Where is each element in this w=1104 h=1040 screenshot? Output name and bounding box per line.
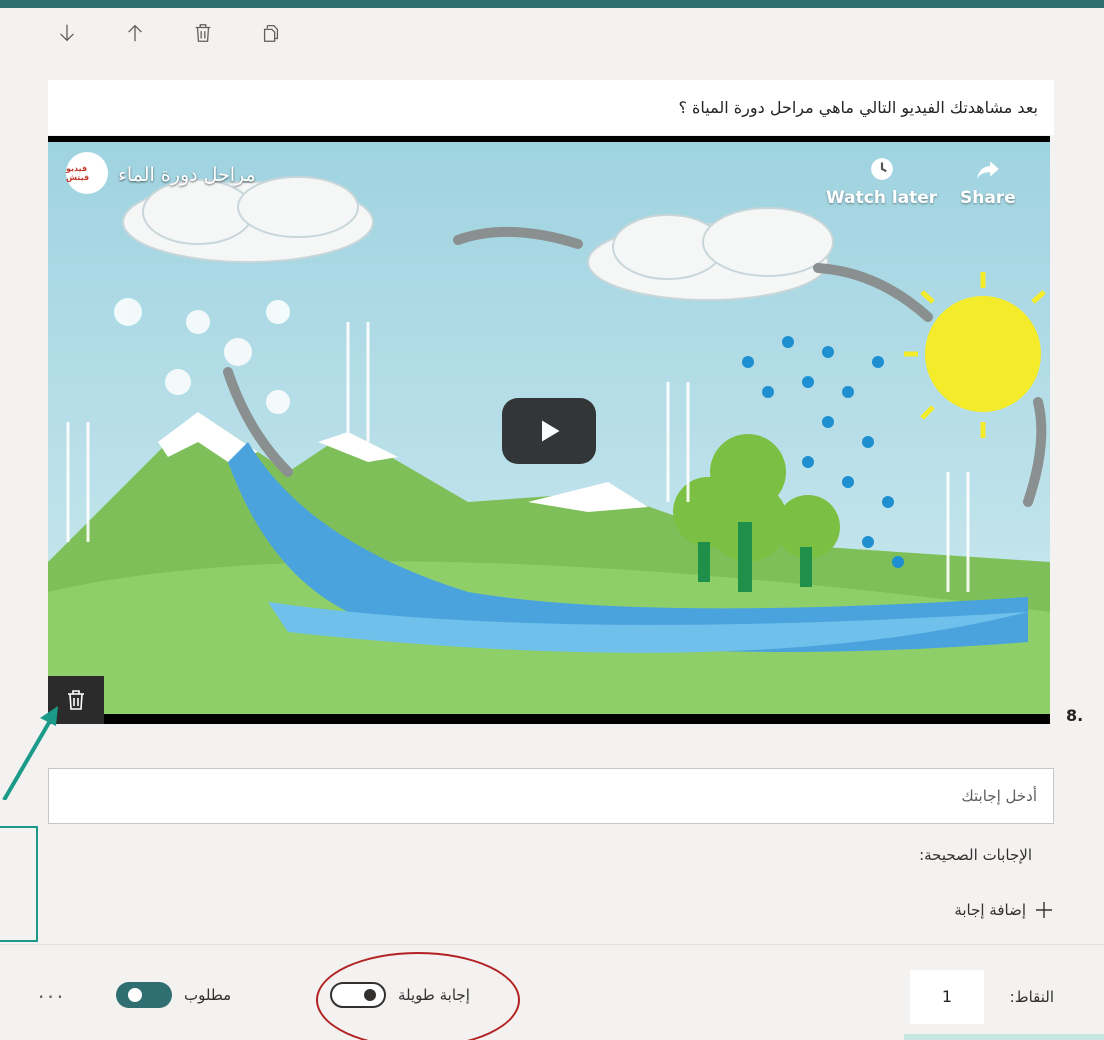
channel-logo[interactable]: فيديو فيتش: [66, 152, 108, 194]
toggle-knob: [128, 988, 142, 1002]
points-input[interactable]: 1: [910, 970, 984, 1024]
bottom-edge-tab: [904, 1034, 1104, 1040]
add-answer-button[interactable]: إضافة إجابة: [954, 900, 1054, 920]
annotation-callout-box: [0, 826, 38, 942]
points-label: النقاط:: [1009, 988, 1054, 1006]
plus-icon: [1036, 902, 1052, 918]
question-title[interactable]: بعد مشاهدتك الفيديو التالي ماهي مراحل دو…: [48, 80, 1054, 135]
copy-icon: [263, 25, 279, 42]
move-down-button[interactable]: [52, 15, 82, 51]
trash-icon: [195, 24, 211, 42]
move-up-button[interactable]: [120, 15, 150, 51]
required-toggle-group: مطلوب: [116, 982, 231, 1008]
required-label: مطلوب: [184, 986, 232, 1004]
question-toolbar: [40, 10, 310, 56]
clock-icon: [870, 158, 893, 180]
arrow-down-icon: [60, 24, 74, 42]
question-number: 8.: [1066, 706, 1084, 725]
answer-input[interactable]: أدخل إجابتك: [48, 768, 1054, 824]
watch-later-button[interactable]: Watch later: [826, 156, 937, 208]
share-icon: [977, 161, 999, 179]
required-toggle[interactable]: [116, 982, 172, 1008]
copy-question-button[interactable]: [256, 15, 286, 51]
play-icon: [542, 420, 560, 442]
share-button[interactable]: Share: [960, 156, 1016, 208]
delete-question-button[interactable]: [188, 15, 218, 51]
annotation-circle: [316, 952, 520, 1040]
top-accent-bar: [0, 0, 1104, 8]
correct-answers-label: الإجابات الصحيحة:: [919, 846, 1032, 864]
play-button[interactable]: [502, 398, 596, 464]
arrow-up-icon: [128, 24, 142, 42]
embedded-video[interactable]: فيديو فيتش مراحل دورة الماء Watch later …: [48, 136, 1050, 724]
video-title[interactable]: مراحل دورة الماء: [118, 164, 256, 186]
more-options-button[interactable]: ···: [38, 985, 66, 1009]
